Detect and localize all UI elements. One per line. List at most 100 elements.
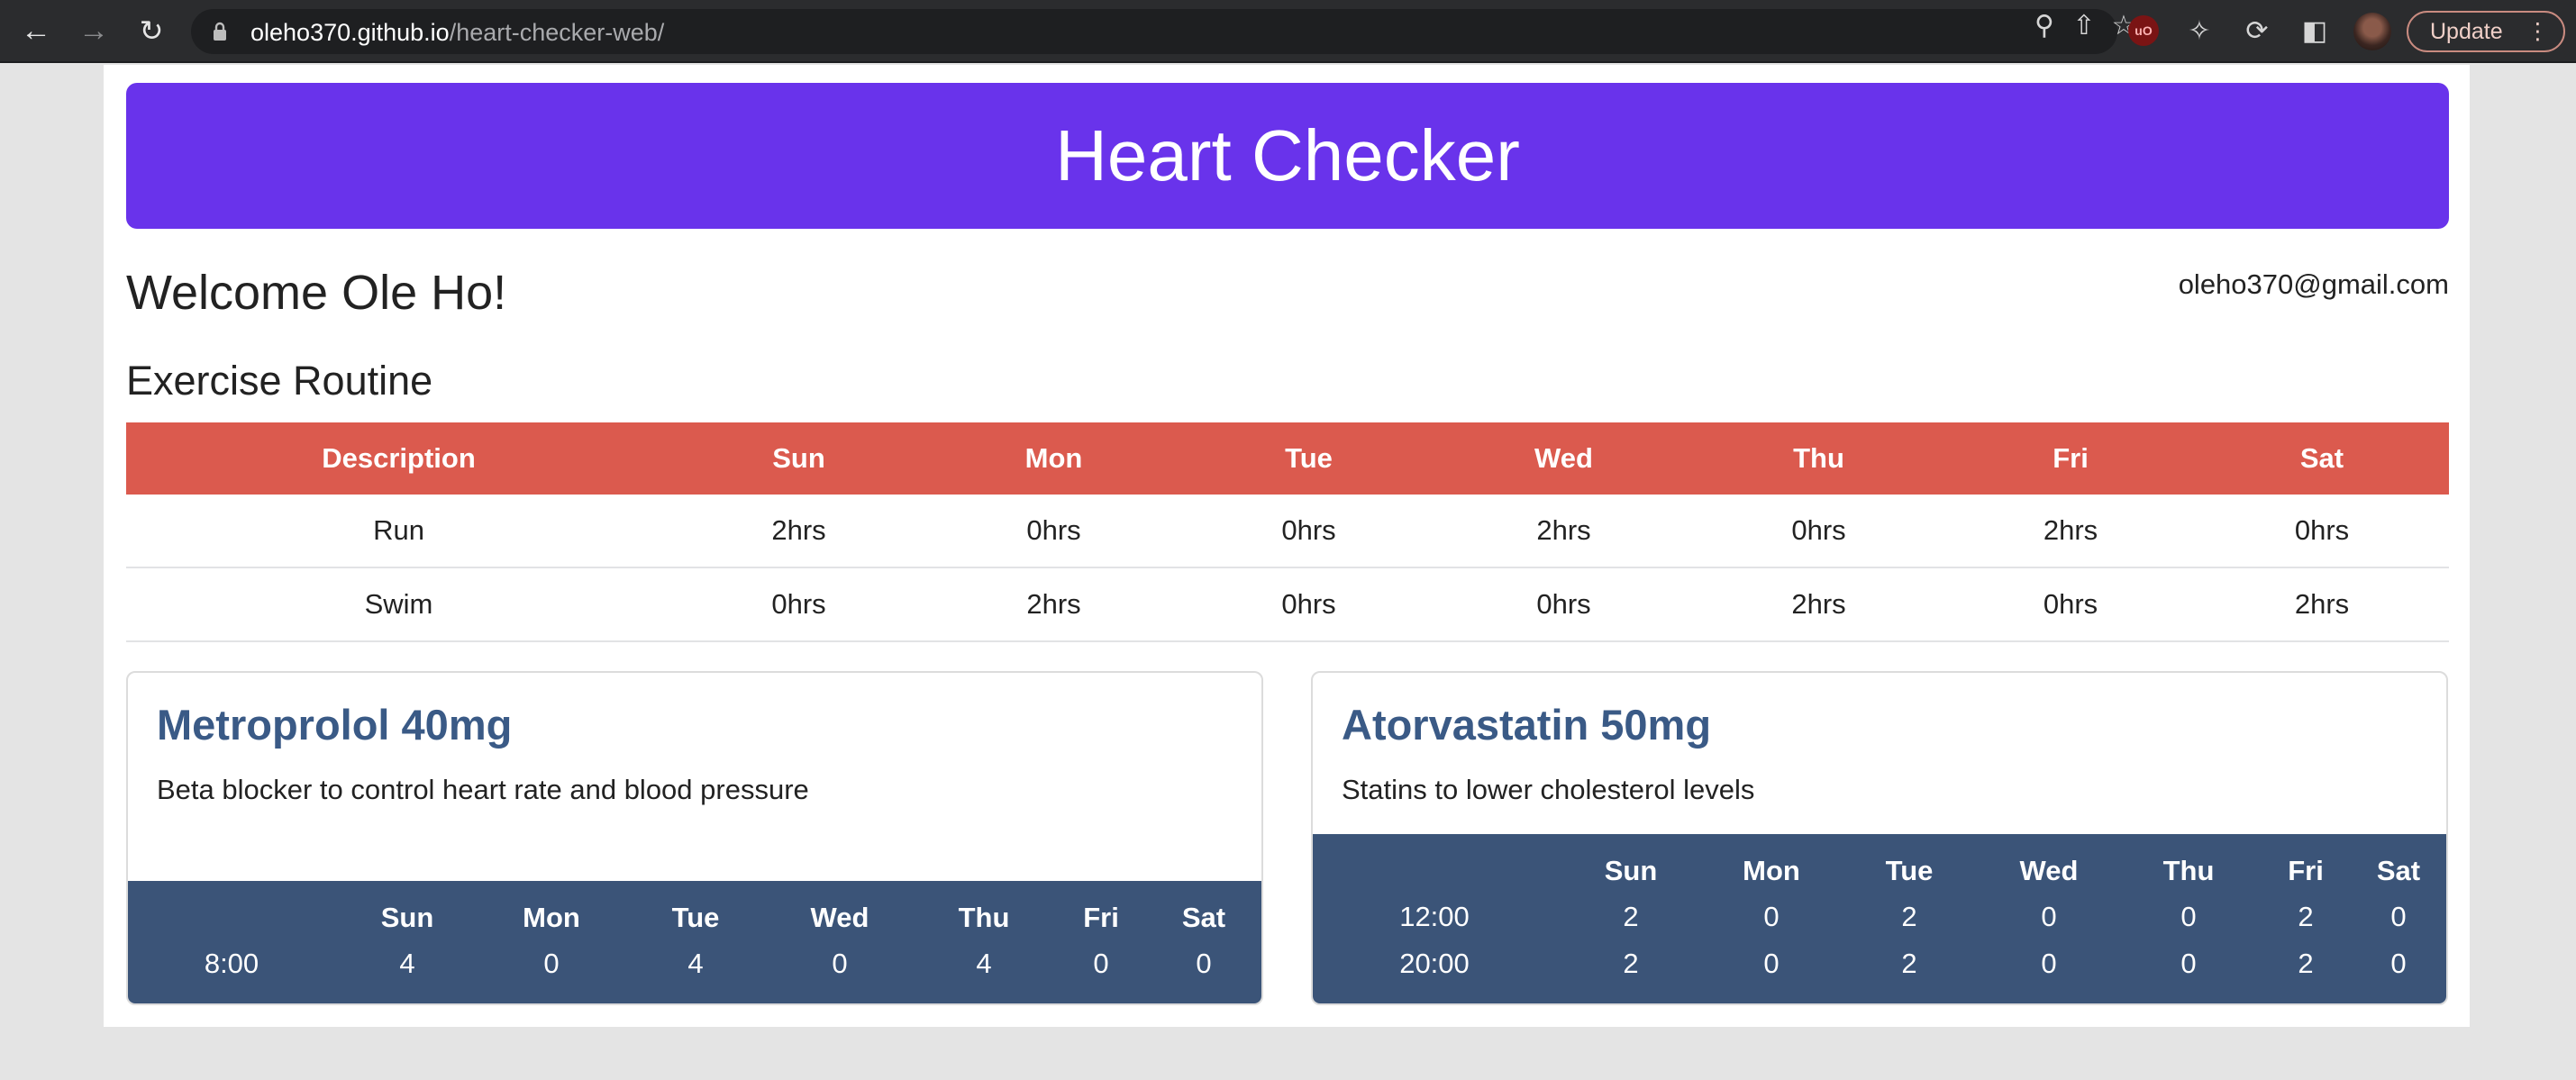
sync-extension-icon[interactable]: ⟳ [2240,14,2274,49]
table-cell: 2hrs [926,567,1181,642]
dose-count: 0 [832,948,848,979]
table-cell: 0hrs [2195,495,2449,568]
more-menu-icon[interactable]: ⋮ [2526,13,2549,50]
address-bar[interactable]: oleho370.github.io/heart-checker-web/ ⚲ … [191,9,2135,54]
column-header: Wed [1436,422,1691,495]
table-cell: 0hrs [1181,567,1436,642]
column-header: Tue [1885,855,1934,886]
column-header: Sun [671,422,926,495]
column-header: Sat [1181,902,1226,933]
dose-time: 12:00 [1399,901,1470,932]
page-content: Heart Checker Welcome Ole Ho! oleho370@g… [104,65,2470,1027]
column-header: Tue [671,902,720,933]
key-icon[interactable]: ⚲ [2027,9,2062,43]
app-title-banner: Heart Checker [126,83,2449,229]
dose-count: 2 [1901,901,1917,932]
forward-icon[interactable]: → [76,13,112,49]
medication-card: Atorvastatin 50mg Statins to lower chole… [1311,671,2448,1005]
column-header: Fri [2288,855,2324,886]
dose-time: 20:00 [1399,948,1470,979]
table-cell: 0hrs [1436,567,1691,642]
schedule-row: 12:00 2 0 2 0 0 2 0 [1313,894,2446,940]
column-header: Thu [2162,855,2215,886]
update-button[interactable]: Update ⋮ [2407,11,2565,52]
app-title: Heart Checker [1055,115,1520,195]
column-header: Mon [926,422,1181,495]
medication-schedule: Sun Mon Tue Wed Thu Fri Sat 8:00 4 0 4 0… [128,881,1261,1003]
url-host: oleho370.github.io [250,19,450,46]
extensions-puzzle-icon[interactable]: ✧ [2182,14,2216,49]
medication-name: Metroprolol 40mg [157,701,513,749]
column-header: Sat [2376,855,2421,886]
dose-count: 4 [976,948,992,979]
schedule-table: Sun Mon Tue Wed Thu Fri Sat 12:00 2 0 2 … [1313,849,2446,987]
medication-schedule: Sun Mon Tue Wed Thu Fri Sat 12:00 2 0 2 … [1313,834,2446,1003]
schedule-header-row: Sun Mon Tue Wed Thu Fri Sat [1313,849,2446,894]
dose-count: 0 [2390,948,2407,979]
dose-time: 8:00 [204,948,259,979]
table-cell: 0hrs [1691,495,1946,568]
schedule-row: 20:00 2 0 2 0 0 2 0 [1313,940,2446,987]
column-header: Fri [1946,422,2195,495]
welcome-heading: Welcome Ole Ho! [126,266,507,320]
dose-count: 0 [1763,948,1780,979]
medication-card: Metroprolol 40mg Beta blocker to control… [126,671,1263,1005]
user-email: oleho370@gmail.com [2178,268,2449,300]
browser-toolbar: ← → ↻ oleho370.github.io/heart-checker-w… [0,0,2576,63]
column-header: Thu [958,902,1010,933]
schedule-row: 8:00 4 0 4 0 4 0 0 [128,940,1261,987]
profile-avatar[interactable] [2353,13,2391,50]
medication-name: Atorvastatin 50mg [1342,701,1712,749]
column-header: Tue [1181,422,1436,495]
table-cell: 0hrs [1946,567,2195,642]
url-path: /heart-checker-web/ [449,19,665,46]
dose-count: 2 [1901,948,1917,979]
column-header: Fri [1083,902,1119,933]
exercise-routine-title: Exercise Routine [126,358,433,404]
exercise-table-header: Description Sun Mon Tue Wed Thu Fri Sat [126,422,2449,495]
table-cell: Swim [126,567,671,642]
dose-count: 4 [687,948,704,979]
dose-count: 0 [543,948,560,979]
column-header [128,895,335,940]
column-header: Sun [380,902,434,933]
dose-count: 0 [1763,901,1780,932]
dose-count: 0 [2041,901,2057,932]
table-cell: 2hrs [671,495,926,568]
dose-count: 0 [1093,948,1109,979]
table-cell: 2hrs [1436,495,1691,568]
ublock-extension-icon[interactable]: uO [2128,15,2159,46]
dose-count: 0 [2390,901,2407,932]
dose-count: 2 [1623,901,1639,932]
exercise-table: Description Sun Mon Tue Wed Thu Fri Sat … [126,422,2449,642]
url-text: oleho370.github.io/heart-checker-web/ [250,19,664,47]
table-row: Run 2hrs 0hrs 0hrs 2hrs 0hrs 2hrs 0hrs [126,495,2449,568]
dose-count: 0 [2180,901,2197,932]
share-icon[interactable]: ⇧ [2067,9,2101,43]
column-header: Description [126,422,671,495]
schedule-table: Sun Mon Tue Wed Thu Fri Sat 8:00 4 0 4 0… [128,895,1261,987]
update-button-label: Update [2430,19,2503,44]
back-icon[interactable]: ← [18,13,54,49]
table-cell: 2hrs [1691,567,1946,642]
column-header: Mon [1743,855,1800,886]
column-header [1313,849,1556,894]
column-header: Wed [810,902,869,933]
dose-count: 4 [399,948,415,979]
column-header: Mon [523,902,580,933]
schedule-header-row: Sun Mon Tue Wed Thu Fri Sat [128,895,1261,940]
table-cell: 0hrs [926,495,1181,568]
side-panel-icon[interactable]: ◧ [2298,14,2332,49]
reload-icon[interactable]: ↻ [133,13,169,49]
dose-count: 2 [1623,948,1639,979]
medication-description: Beta blocker to control heart rate and b… [157,774,809,805]
column-header: Wed [2019,855,2079,886]
medication-description: Statins to lower cholesterol levels [1342,774,1755,805]
table-cell: 2hrs [2195,567,2449,642]
dose-count: 2 [2298,948,2314,979]
dose-count: 0 [2041,948,2057,979]
table-cell: 0hrs [671,567,926,642]
dose-count: 0 [2180,948,2197,979]
table-cell: Run [126,495,671,568]
table-cell: 0hrs [1181,495,1436,568]
